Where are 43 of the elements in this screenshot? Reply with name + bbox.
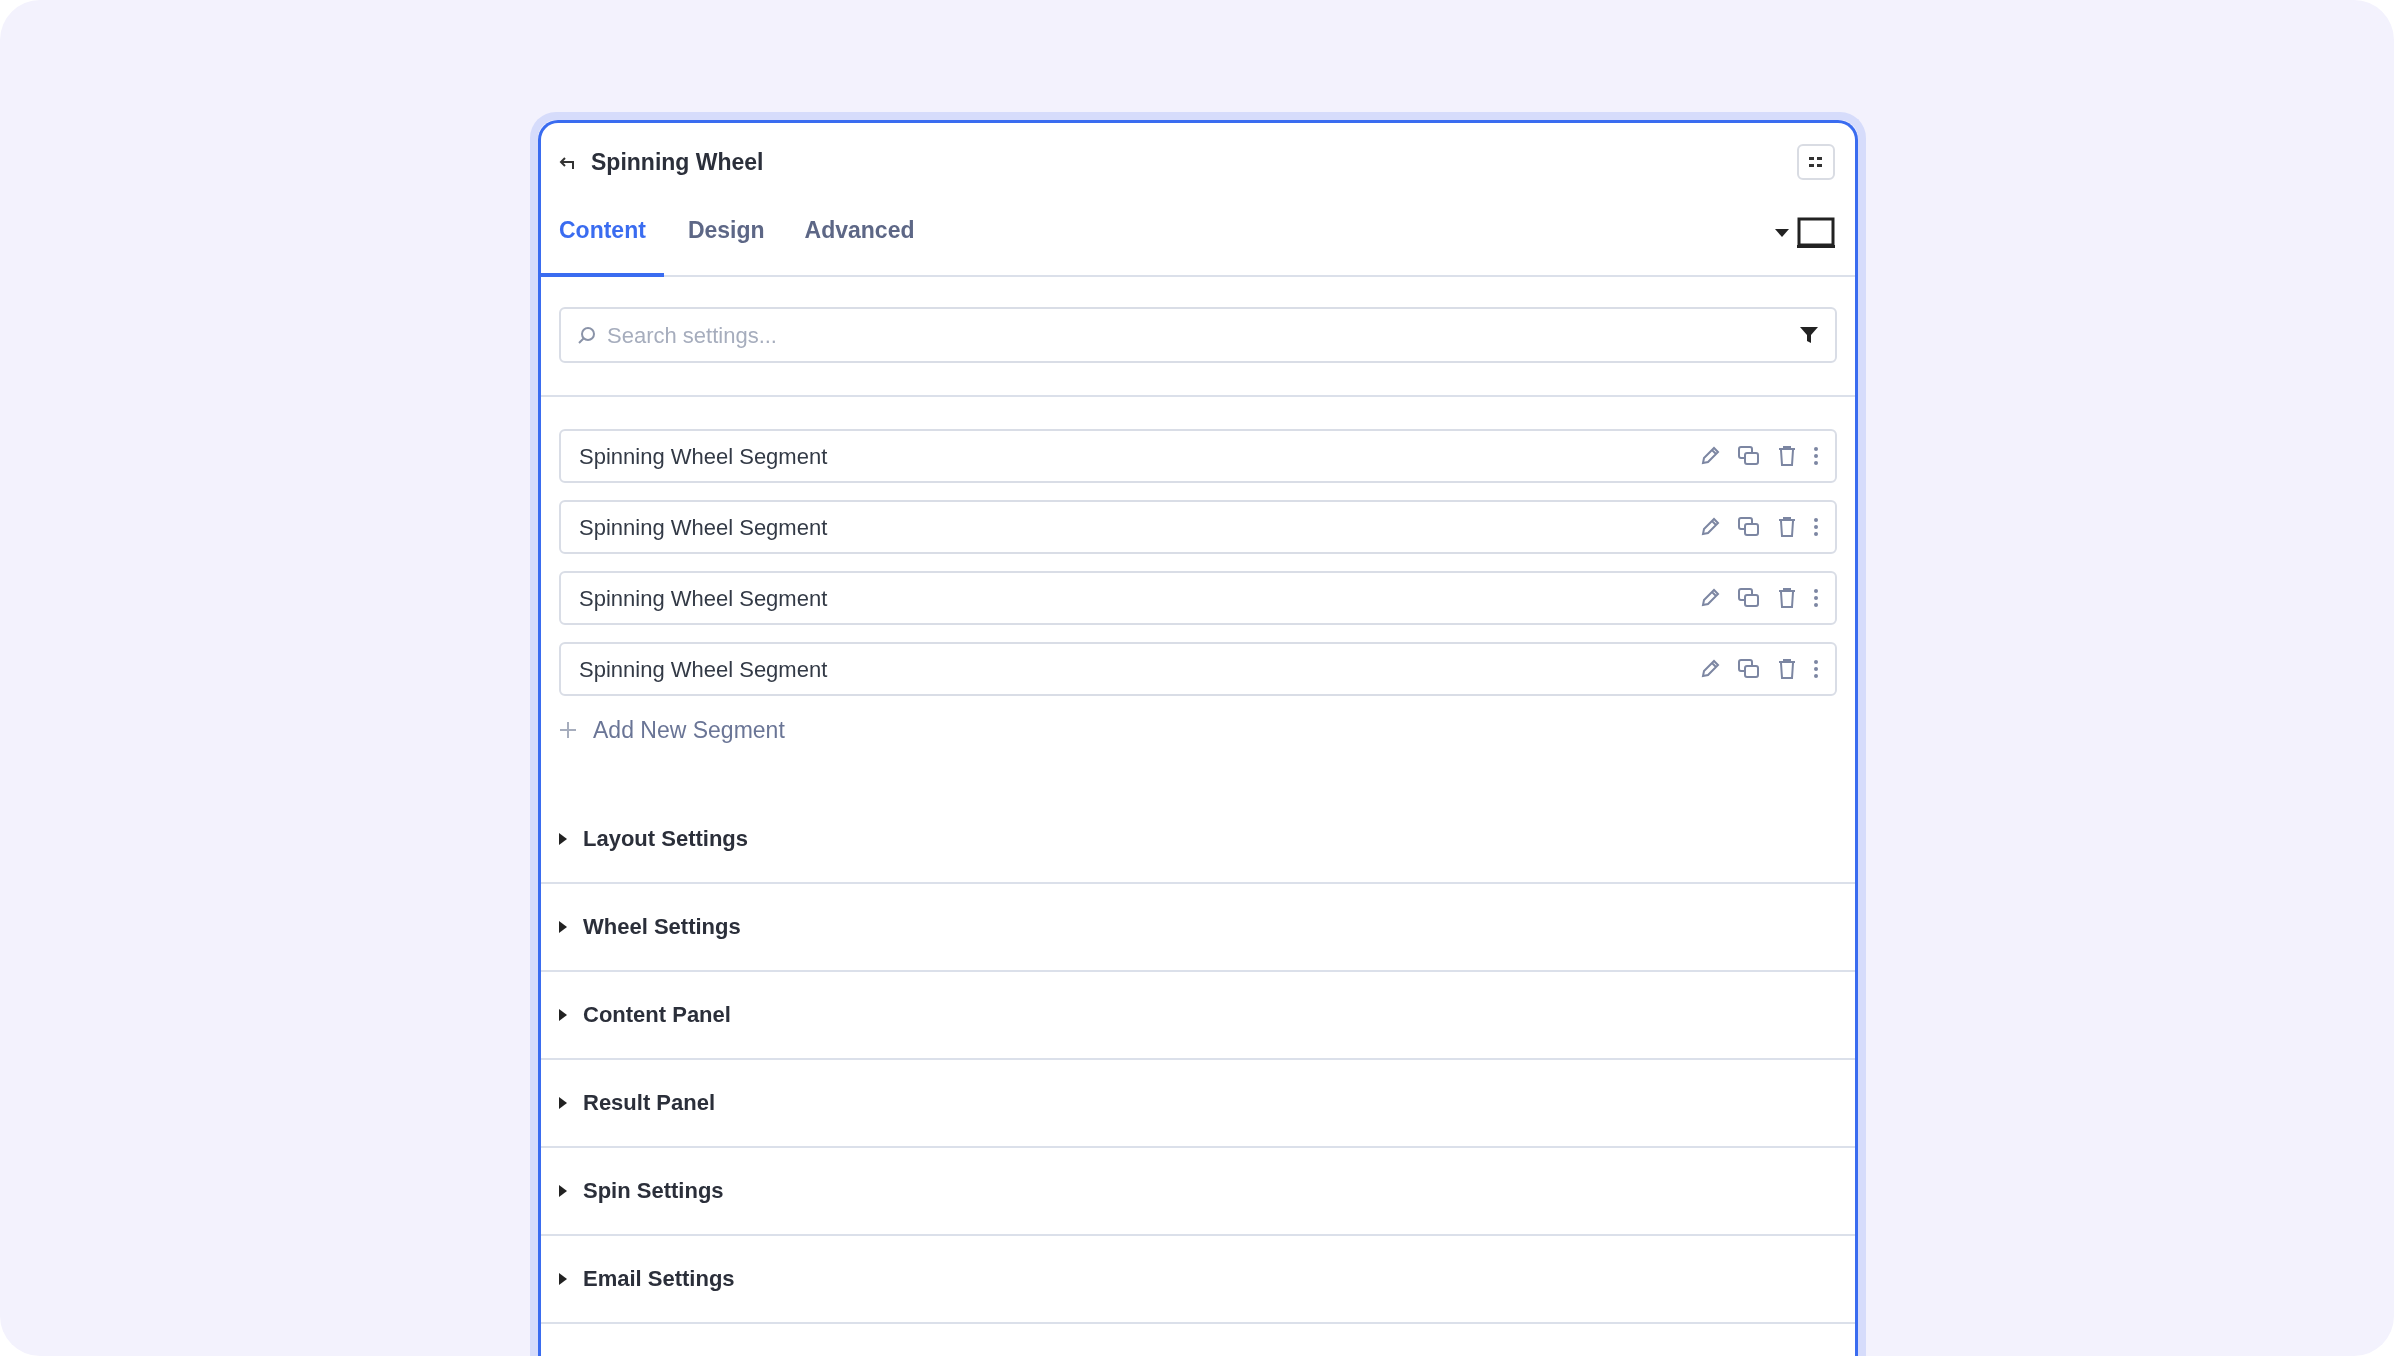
more-icon[interactable] (1813, 659, 1819, 679)
pencil-icon[interactable] (1699, 516, 1721, 538)
section-header[interactable]: Spin Settings (583, 1174, 724, 1207)
segment-item[interactable]: Spinning Wheel Segment (559, 500, 1837, 554)
section-header[interactable]: Email Settings (583, 1262, 735, 1295)
trash-icon[interactable] (1777, 516, 1797, 538)
segment-item[interactable]: Spinning Wheel Segment (559, 571, 1837, 625)
segment-label: Spinning Wheel Segment (579, 513, 828, 542)
segment-item[interactable]: Spinning Wheel Segment (559, 429, 1837, 483)
trash-icon[interactable] (1777, 445, 1797, 467)
pencil-icon[interactable] (1699, 658, 1721, 680)
plus-icon (559, 721, 577, 740)
tab[interactable]: Content (541, 212, 664, 277)
tab[interactable]: Advanced (804, 212, 915, 277)
more-icon[interactable] (1813, 446, 1819, 466)
tab[interactable]: Design (687, 212, 765, 277)
copy-icon[interactable] (1737, 658, 1761, 680)
segment-label: Spinning Wheel Segment (579, 655, 828, 684)
section-header[interactable]: Result Panel (583, 1086, 716, 1119)
caret-icon[interactable] (1775, 229, 1789, 237)
back-icon[interactable] (559, 154, 575, 170)
trash-icon[interactable] (1777, 587, 1797, 609)
section-header[interactable]: Content Panel (583, 998, 731, 1031)
pencil-icon[interactable] (1699, 445, 1721, 467)
grid-icon[interactable] (1797, 144, 1835, 180)
section-header[interactable]: Layout Settings (583, 822, 748, 855)
more-icon[interactable] (1813, 588, 1819, 608)
panel-title: Spinning Wheel (591, 147, 764, 177)
section-header[interactable]: Wheel Settings (583, 910, 741, 943)
search-field[interactable]: Search settings... (559, 307, 1837, 363)
segment-label: Spinning Wheel Segment (579, 442, 828, 471)
segment-item[interactable]: Spinning Wheel Segment (559, 642, 1837, 696)
search-icon (577, 325, 597, 345)
filter-icon[interactable] (1799, 325, 1819, 345)
pencil-icon[interactable] (1699, 587, 1721, 609)
copy-icon[interactable] (1737, 445, 1761, 467)
trash-icon[interactable] (1777, 658, 1797, 680)
desktop-icon[interactable] (1797, 217, 1835, 249)
more-icon[interactable] (1813, 517, 1819, 537)
segment-label: Spinning Wheel Segment (579, 584, 828, 613)
copy-icon[interactable] (1737, 587, 1761, 609)
add-segment-button[interactable]: Add New Segment (559, 713, 785, 748)
copy-icon[interactable] (1737, 516, 1761, 538)
